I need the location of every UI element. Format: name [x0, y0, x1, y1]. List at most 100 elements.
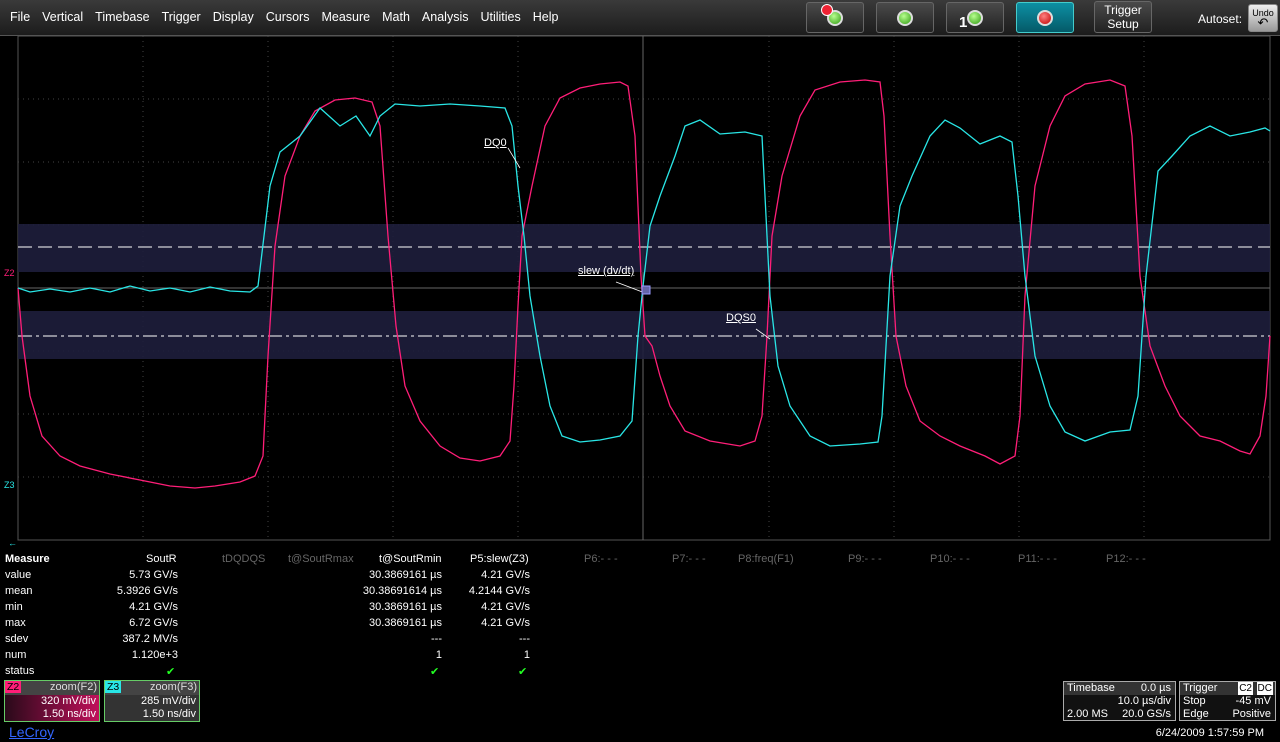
timebase-descriptor[interactable]: Timebase 0.0 µs 10.0 µs/div 2.00 MS 20.0… — [1063, 681, 1176, 721]
single-trigger-button[interactable]: 1 — [946, 2, 1004, 33]
param-p12[interactable]: P12:- - - — [1106, 553, 1146, 565]
row-label: num — [5, 649, 27, 661]
measure-row-status: status ✔ ✔ ✔ — [0, 665, 1280, 681]
param-p8[interactable]: P8:freq(F1) — [738, 553, 794, 565]
trigger-label: Trigger — [1183, 682, 1218, 694]
grid-graphic — [17, 36, 1271, 541]
autoset-label: Autoset: — [1198, 12, 1243, 26]
menu-display[interactable]: Display — [207, 10, 260, 24]
row-label: min — [5, 601, 23, 613]
menu-trigger[interactable]: Trigger — [156, 10, 207, 24]
dqs0-label: DQS0 — [726, 312, 756, 324]
menu-timebase[interactable]: Timebase — [89, 10, 155, 24]
trigger-slope: Positive — [1232, 708, 1271, 720]
date-time: 6/24/2009 1:57:59 PM — [1155, 727, 1264, 739]
timebase-samples: 2.00 MS — [1067, 708, 1108, 720]
trigger-type: Edge — [1183, 708, 1209, 720]
trigger-descriptor[interactable]: Trigger C2 DC Stop -45 mV Edge Positive — [1179, 681, 1276, 721]
trigger-header: Trigger C2 DC — [1180, 682, 1275, 695]
param-p4[interactable]: t@SoutRmin — [379, 553, 442, 565]
trace-z3 — [17, 103, 1271, 447]
z3-tag: Z3 — [105, 681, 122, 693]
timebase-rate: 20.0 GS/s — [1122, 708, 1171, 720]
row-label: sdev — [5, 633, 29, 645]
normal-trigger-button[interactable] — [876, 2, 934, 33]
z2-tdiv: 1.50 ns/div — [42, 708, 96, 720]
trigger-channel: C2 — [1238, 682, 1253, 695]
menu-math[interactable]: Math — [376, 10, 416, 24]
undo-button[interactable]: Undo ↶ — [1248, 4, 1278, 32]
measure-table: Measure SoutR tDQDQS t@SoutRmax t@SoutRm… — [0, 550, 1280, 678]
trigger-setup-button[interactable]: Trigger Setup — [1094, 1, 1152, 33]
single-number: 1 — [959, 14, 968, 31]
z3-body: 285 mV/div 1.50 ns/div — [105, 695, 199, 721]
z2-source: zoom(F2) — [49, 681, 97, 693]
param-p10[interactable]: P10:- - - — [930, 553, 970, 565]
menu-cursors[interactable]: Cursors — [260, 10, 316, 24]
soutr-value: 387.2 MV/s — [122, 633, 178, 645]
lecroy-logo[interactable]: LeCroy — [9, 724, 54, 740]
p5-value: 4.21 GV/s — [481, 617, 530, 629]
param-p6[interactable]: P6:- - - — [584, 553, 618, 565]
status-check-icon: ✔ — [166, 666, 176, 678]
measure-row-min: min 4.21 GV/s 30.3869161 µs 4.21 GV/s — [0, 601, 1280, 617]
param-p5[interactable]: P5:slew(Z3) — [470, 553, 529, 565]
threshold-band-upper — [18, 224, 1270, 272]
z2-ground-marker[interactable]: Z2 — [4, 268, 15, 278]
z3-header: Z3 zoom(F3) — [105, 681, 199, 695]
param-p2[interactable]: tDQDQS — [222, 553, 265, 565]
z2-tag: Z2 — [5, 681, 22, 693]
green-led-icon — [897, 9, 913, 26]
tsoutrmin-value: 30.3869161 µs — [368, 569, 442, 581]
row-label: mean — [5, 585, 33, 597]
measure-header-row: Measure SoutR tDQDQS t@SoutRmax t@SoutRm… — [0, 553, 1280, 569]
p5-value: 4.21 GV/s — [481, 569, 530, 581]
trace-descriptor-z2[interactable]: Z2 zoom(F2) 320 mV/div 1.50 ns/div — [4, 680, 100, 722]
trigger-row2: Stop -45 mV — [1180, 695, 1275, 708]
auto-trigger-button[interactable] — [806, 2, 864, 33]
timebase-label: Timebase — [1067, 682, 1115, 694]
timebase-tdiv: 10.0 µs/div — [1117, 695, 1171, 707]
trigger-row3: Edge Positive — [1180, 708, 1275, 721]
timebase-row3: 2.00 MS 20.0 GS/s — [1064, 708, 1175, 721]
menu-items: File Vertical Timebase Trigger Display C… — [4, 10, 564, 24]
z2-vdiv: 320 mV/div — [40, 695, 96, 707]
menu-utilities[interactable]: Utilities — [474, 10, 526, 24]
waveform-grid[interactable]: DQ0 slew (dv/dt) DQS0 Z2 Z3 ← — [0, 36, 1280, 548]
alarm-clock-icon — [821, 4, 833, 16]
slew-marker — [641, 285, 651, 295]
menu-help[interactable]: Help — [527, 10, 565, 24]
z3-source: zoom(F3) — [149, 681, 197, 693]
measure-row-value: value 5.73 GV/s 30.3869161 µs 4.21 GV/s — [0, 569, 1280, 585]
menu-file[interactable]: File — [4, 10, 36, 24]
param-p9[interactable]: P9:- - - — [848, 553, 882, 565]
menu-vertical[interactable]: Vertical — [36, 10, 89, 24]
status-check-icon: ✔ — [430, 666, 440, 678]
soutr-value: 4.21 GV/s — [129, 601, 178, 613]
menu-measure[interactable]: Measure — [315, 10, 376, 24]
trigger-mode: Stop — [1183, 695, 1206, 707]
param-p11[interactable]: P11:- - - — [1018, 553, 1057, 565]
soutr-value: 5.3926 GV/s — [116, 585, 178, 597]
measure-row-mean: mean 5.3926 GV/s 30.38691614 µs 4.2144 G… — [0, 585, 1280, 601]
timebase-delay: 0.0 µs — [1140, 682, 1171, 694]
p5-value: 4.2144 GV/s — [468, 585, 530, 597]
z2-body: 320 mV/div 1.50 ns/div — [5, 695, 99, 721]
trigger-coupling: DC — [1256, 682, 1273, 695]
menu-analysis[interactable]: Analysis — [416, 10, 475, 24]
trigger-level: -45 mV — [1235, 695, 1271, 707]
param-p7[interactable]: P7:- - - — [672, 553, 706, 565]
measure-row-sdev: sdev 387.2 MV/s --- --- — [0, 633, 1280, 649]
trigger-position-arrow-icon: ← — [8, 538, 17, 548]
param-p3[interactable]: t@SoutRmax — [288, 553, 354, 565]
param-p1[interactable]: SoutR — [146, 553, 177, 565]
measure-row-num: num 1.120e+3 1 1 — [0, 649, 1280, 665]
stop-trigger-button[interactable] — [1016, 2, 1074, 33]
menu-bar: File Vertical Timebase Trigger Display C… — [0, 0, 1280, 36]
trace-descriptor-z3[interactable]: Z3 zoom(F3) 285 mV/div 1.50 ns/div — [104, 680, 200, 722]
green-led-icon — [967, 9, 983, 26]
z2-header: Z2 zoom(F2) — [5, 681, 99, 695]
soutr-value: 1.120e+3 — [131, 649, 178, 661]
z3-ground-marker[interactable]: Z3 — [4, 480, 15, 490]
tsoutrmin-value: 30.38691614 µs — [362, 585, 442, 597]
